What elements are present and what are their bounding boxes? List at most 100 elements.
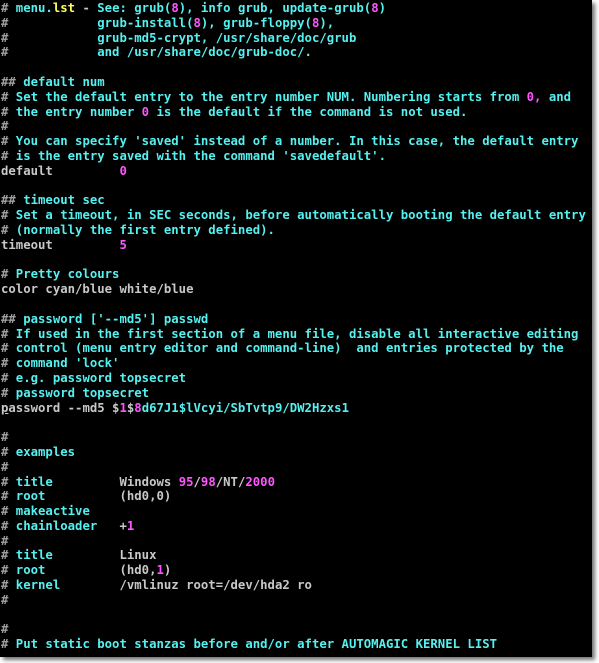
text-segment: chainloader (8, 518, 120, 533)
editor-line: # Set the default entry to the entry num… (1, 90, 586, 105)
editor-line: # (1, 622, 586, 637)
editor-line: # password topsecret (1, 386, 586, 401)
text-segment: # (1, 430, 9, 445)
editor-line: # the entry number 0 is the default if t… (1, 105, 586, 120)
text-segment: 1 (126, 518, 135, 533)
text-segment: default num (15, 74, 105, 89)
editor-line: # title Linux (1, 548, 586, 563)
text-segment: 8 (193, 15, 201, 30)
editor-line: # makeactive (1, 504, 586, 519)
text-segment: # (1, 592, 9, 607)
text-segment: control (menu entry editor and command-l… (8, 341, 564, 356)
editor-line: ## default num (1, 75, 586, 90)
text-segment: command 'lock' (8, 356, 120, 371)
text-segment: (hd0, (119, 563, 157, 578)
text-segment: menu. (8, 1, 53, 15)
text-segment: Windows (119, 474, 179, 489)
editor-line: # If used in the first section of a menu… (1, 327, 586, 342)
terminal-window[interactable]: # menu.lst - See: grub(8), info grub, up… (0, 0, 592, 657)
text-segment: /vmlinuz root=/dev/hda2 ro (119, 578, 312, 593)
editor-line: # and /usr/share/doc/grub-doc/. (1, 45, 586, 60)
editor-line: # examples (1, 445, 586, 460)
text-segment: ), info grub, update-grub( (178, 1, 372, 15)
editor-line: # (1, 119, 586, 134)
text-segment: the entry number (8, 104, 142, 119)
text-segment: ) (163, 563, 172, 578)
text-segment: 1 (156, 563, 164, 578)
text-segment: Pretty colours (8, 267, 120, 282)
editor-line: # chainloader +1 (1, 519, 586, 534)
text-segment: # (1, 533, 9, 548)
text-segment: is the entry saved with the command 'sav… (8, 148, 386, 163)
editor-line: # is the entry saved with the command 's… (1, 149, 586, 164)
text-segment: 1 (119, 400, 127, 415)
text-segment: ), (319, 15, 335, 30)
text-segment: + (119, 518, 127, 533)
text-segment: See: grub( (97, 1, 172, 15)
text-segment: # (1, 459, 9, 474)
editor-line: # Put static boot stanzas before and/or … (1, 637, 586, 652)
editor-line: # control (menu entry editor and command… (1, 341, 586, 356)
text-segment: 0 (141, 104, 150, 119)
text-segment: grub-install( (8, 15, 194, 30)
text-segment: timeout sec (15, 193, 105, 208)
text-segment: is the default if the command is not use… (149, 104, 468, 119)
text-segment: 98 (200, 474, 216, 489)
text-segment: 95 (178, 474, 194, 489)
text-segment: and (541, 89, 572, 104)
editor-line: # root (hd0,1) (1, 563, 586, 578)
editor-line: ## timeout sec (1, 193, 586, 208)
text-segment: /NT/ (215, 474, 246, 489)
text-segment: grub-md5-crypt, /usr/share/doc/grub (8, 30, 357, 45)
editor-line: # grub-install(8), grub-floppy(8), (1, 16, 586, 31)
text-segment: (normally the first entry defined). (8, 222, 275, 237)
text-segment: ## (1, 311, 16, 326)
text-segment: lst (52, 1, 76, 15)
editor-line: # kernel /vmlinuz root=/dev/hda2 ro (1, 578, 586, 593)
editor-line: # root (hd0,0) (1, 489, 586, 504)
editor-line: timeout 5 (1, 238, 586, 253)
text-segment: ), grub-floppy( (200, 15, 312, 30)
text-segment: 8 (171, 1, 179, 15)
text-segment: color cyan/blue white/blue (1, 282, 194, 297)
editor-line: ## password ['--md5'] passwd (1, 312, 586, 327)
text-segment: ) (378, 1, 387, 15)
text-segment: and /usr/share/doc/grub-doc/. (8, 45, 312, 60)
text-segment: assword --md5 $ (8, 400, 120, 415)
editor-line: # menu.lst - See: grub(8), info grub, up… (1, 1, 586, 16)
text-segment: You can specify 'saved' instead of a num… (8, 134, 579, 149)
text-segment: / (193, 474, 201, 489)
text-segment: # (1, 119, 9, 134)
text-segment: root (8, 563, 120, 578)
editor-line: color cyan/blue white/blue (1, 282, 586, 297)
editor-line: # title Windows 95/98/NT/2000 (1, 475, 586, 490)
text-segment: timeout (1, 237, 120, 252)
editor-line: # Pretty colours (1, 267, 586, 282)
text-segment: examples (8, 444, 76, 459)
text-segment: default (1, 163, 120, 178)
editor-line: # (1, 460, 586, 475)
text-segment: kernel (8, 578, 120, 593)
text-segment: Set the default entry to the entry numbe… (8, 89, 527, 104)
text-segment: Put static boot stanzas before and/or af… (8, 637, 498, 652)
editor-line: # (1, 534, 586, 549)
text-segment: 8 (134, 400, 142, 415)
text-segment: e.g. password topsecret (8, 370, 187, 385)
text-segment: password topsecret (8, 385, 150, 400)
text-segment: title (8, 548, 120, 563)
text-segment: makeactive (8, 504, 90, 519)
text-segment: 2000 (245, 474, 275, 489)
text-segment: root (8, 489, 120, 504)
editor-line: # (1, 593, 586, 608)
text-segment: - (75, 1, 98, 15)
text-segment: 8 (371, 1, 379, 15)
text-editor-buffer[interactable]: # menu.lst - See: grub(8), info grub, up… (1, 1, 586, 652)
editor-line: password --md5 $1$8d67J1$lVcyi/SbTvtp9/D… (1, 401, 586, 416)
text-segment: 0 (119, 163, 127, 178)
editor-line: # grub-md5-crypt, /usr/share/doc/grub (1, 31, 586, 46)
